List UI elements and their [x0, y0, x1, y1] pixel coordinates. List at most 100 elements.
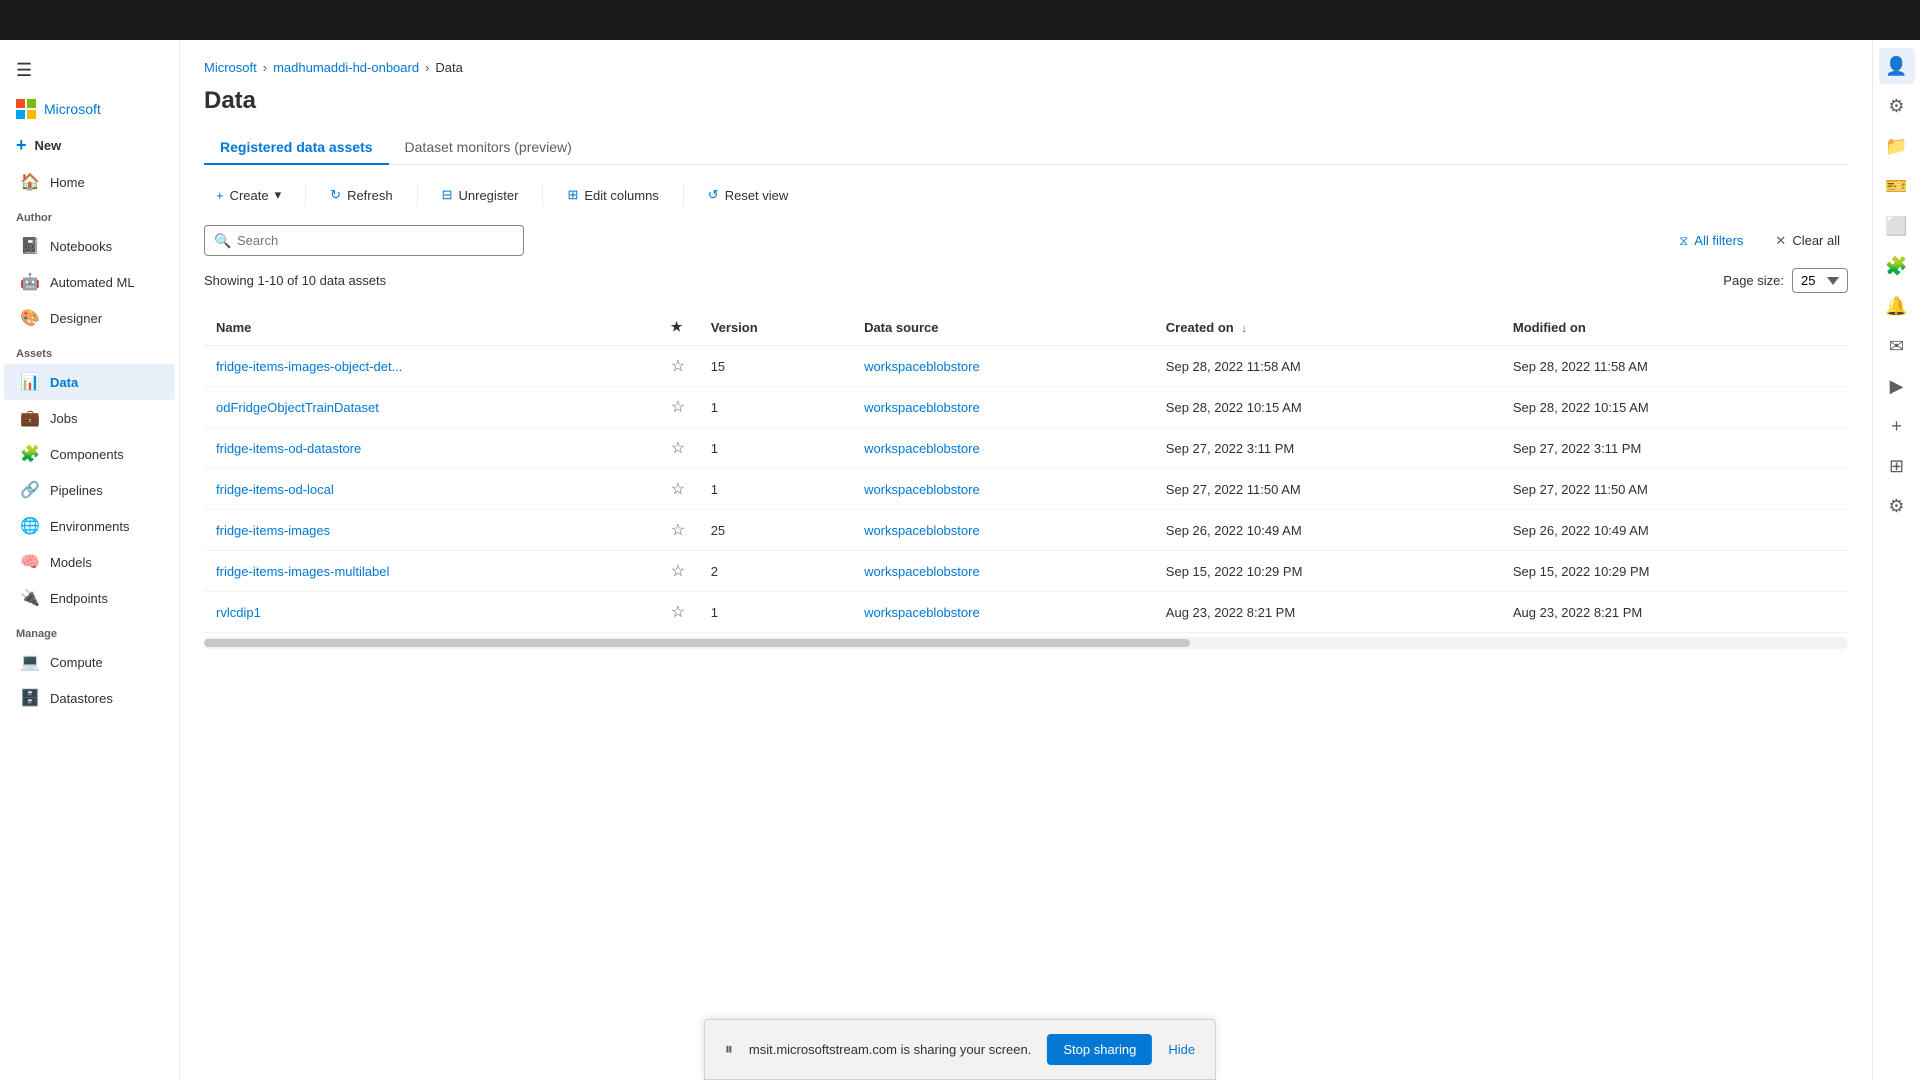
sidebar-item-pipelines[interactable]: 🔗 Pipelines: [4, 472, 175, 508]
cell-star-6[interactable]: ☆: [659, 592, 699, 633]
star-icon-2[interactable]: ☆: [671, 440, 685, 457]
right-bar-office-icon[interactable]: ⬜: [1879, 208, 1915, 244]
page-size-label: Page size:: [1723, 273, 1784, 288]
col-header-created-on[interactable]: Created on ↓: [1154, 309, 1501, 346]
create-button[interactable]: + Create ▾: [204, 181, 293, 209]
cell-modified-4: Sep 26, 2022 10:49 AM: [1501, 510, 1848, 551]
data-name-link-1[interactable]: odFridgeObjectTrainDataset: [216, 400, 379, 415]
tab-monitors[interactable]: Dataset monitors (preview): [389, 131, 588, 165]
cell-star-3[interactable]: ☆: [659, 469, 699, 510]
col-header-version[interactable]: Version: [699, 309, 852, 346]
sidebar-item-home[interactable]: 🏠 Home: [4, 164, 175, 200]
reset-view-button[interactable]: ↺ Reset view: [696, 181, 800, 209]
data-name-link-2[interactable]: fridge-items-od-datastore: [216, 441, 361, 456]
datasource-link-3[interactable]: workspaceblobstore: [864, 482, 980, 497]
right-bar-puzzle-icon[interactable]: 🧩: [1879, 248, 1915, 284]
breadcrumb-microsoft[interactable]: Microsoft: [204, 60, 257, 75]
star-icon-1[interactable]: ☆: [671, 399, 685, 416]
filter-icon: ⧖: [1679, 233, 1688, 249]
horizontal-scrollbar[interactable]: [204, 637, 1848, 649]
col-header-data-source[interactable]: Data source: [852, 309, 1154, 346]
star-icon-0[interactable]: ☆: [671, 358, 685, 375]
cell-star-0[interactable]: ☆: [659, 346, 699, 387]
endpoints-label: Endpoints: [50, 591, 108, 606]
col-header-name[interactable]: Name: [204, 309, 659, 346]
star-icon-6[interactable]: ☆: [671, 604, 685, 621]
datasource-link-1[interactable]: workspaceblobstore: [864, 400, 980, 415]
right-bar-mail-icon[interactable]: ✉: [1879, 328, 1915, 364]
sidebar-item-data[interactable]: 📊 Data: [4, 364, 175, 400]
toolbar-divider-3: [542, 183, 543, 207]
new-button[interactable]: + New: [0, 127, 179, 164]
cell-star-4[interactable]: ☆: [659, 510, 699, 551]
star-icon-3[interactable]: ☆: [671, 481, 685, 498]
search-input[interactable]: [204, 225, 524, 256]
all-filters-button[interactable]: ⧖ All filters: [1667, 227, 1755, 255]
data-name-link-0[interactable]: fridge-items-images-object-det...: [216, 359, 402, 374]
right-bar-user-icon[interactable]: 👤: [1879, 48, 1915, 84]
refresh-label: Refresh: [347, 188, 393, 203]
models-label: Models: [50, 555, 92, 570]
col-header-modified-on[interactable]: Modified on: [1501, 309, 1848, 346]
datasource-link-6[interactable]: workspaceblobstore: [864, 605, 980, 620]
toolbar-divider-1: [305, 183, 306, 207]
sidebar-item-compute[interactable]: 💻 Compute: [4, 644, 175, 680]
right-bar-layout-icon[interactable]: ⊞: [1879, 448, 1915, 484]
datasource-link-4[interactable]: workspaceblobstore: [864, 523, 980, 538]
cell-datasource-6: workspaceblobstore: [852, 592, 1154, 633]
datastores-label: Datastores: [50, 691, 113, 706]
col-header-star[interactable]: ★: [659, 309, 699, 346]
cell-star-2[interactable]: ☆: [659, 428, 699, 469]
section-label-author: Author: [0, 200, 179, 228]
notebooks-label: Notebooks: [50, 239, 112, 254]
right-bar-folder-icon[interactable]: 📁: [1879, 128, 1915, 164]
cell-version-5: 2: [699, 551, 852, 592]
sidebar-item-environments[interactable]: 🌐 Environments: [4, 508, 175, 544]
clear-all-button[interactable]: ✕ Clear all: [1767, 227, 1848, 255]
data-name-link-3[interactable]: fridge-items-od-local: [216, 482, 334, 497]
sidebar-item-endpoints[interactable]: 🔌 Endpoints: [4, 580, 175, 616]
sidebar-item-notebooks[interactable]: 📓 Notebooks: [4, 228, 175, 264]
tab-registered[interactable]: Registered data assets: [204, 131, 389, 165]
edit-columns-button[interactable]: ⊞ Edit columns: [555, 181, 670, 209]
sidebar-item-designer[interactable]: 🎨 Designer: [4, 300, 175, 336]
data-name-link-6[interactable]: rvlcdip1: [216, 605, 261, 620]
breadcrumb-sep-2: ›: [425, 60, 429, 75]
data-name-link-4[interactable]: fridge-items-images: [216, 523, 330, 538]
right-bar-settings-icon[interactable]: ⚙: [1879, 88, 1915, 124]
sidebar-item-datastores[interactable]: 🗄️ Datastores: [4, 680, 175, 716]
datasource-link-5[interactable]: workspaceblobstore: [864, 564, 980, 579]
unregister-button[interactable]: ⊟ Unregister: [430, 181, 531, 209]
breadcrumb-workspace[interactable]: madhumaddi-hd-onboard: [273, 60, 419, 75]
sidebar-microsoft[interactable]: Microsoft: [0, 91, 179, 127]
star-icon-5[interactable]: ☆: [671, 563, 685, 580]
cell-datasource-4: workspaceblobstore: [852, 510, 1154, 551]
unregister-label: Unregister: [459, 188, 519, 203]
right-bar-play-icon[interactable]: ▶: [1879, 368, 1915, 404]
right-bar-add-icon[interactable]: +: [1879, 408, 1915, 444]
sidebar-item-jobs[interactable]: 💼 Jobs: [4, 400, 175, 436]
cell-datasource-1: workspaceblobstore: [852, 387, 1154, 428]
datasource-link-2[interactable]: workspaceblobstore: [864, 441, 980, 456]
stop-sharing-button[interactable]: Stop sharing: [1047, 1034, 1152, 1065]
cell-datasource-3: workspaceblobstore: [852, 469, 1154, 510]
datasource-link-0[interactable]: workspaceblobstore: [864, 359, 980, 374]
hide-button[interactable]: Hide: [1168, 1042, 1195, 1057]
search-bar: 🔍 ⧖ All filters ✕ Clear all: [204, 225, 1848, 256]
sidebar: ☰ Microsoft + New 🏠 Home Author 📓 Notebo…: [0, 0, 180, 1080]
search-icon: 🔍: [214, 232, 231, 249]
sidebar-item-automated-ml[interactable]: 🤖 Automated ML: [4, 264, 175, 300]
right-bar-badge-icon[interactable]: 🎫: [1879, 168, 1915, 204]
hamburger-menu[interactable]: ☰: [0, 50, 179, 91]
sidebar-item-components[interactable]: 🧩 Components: [4, 436, 175, 472]
right-bar-gear-icon[interactable]: ⚙: [1879, 488, 1915, 524]
right-bar-notification-icon[interactable]: 🔔: [1879, 288, 1915, 324]
data-name-link-5[interactable]: fridge-items-images-multilabel: [216, 564, 389, 579]
sidebar-item-models[interactable]: 🧠 Models: [4, 544, 175, 580]
cell-star-1[interactable]: ☆: [659, 387, 699, 428]
components-icon: 🧩: [20, 444, 40, 464]
cell-star-5[interactable]: ☆: [659, 551, 699, 592]
page-size-select[interactable]: 10 25 50 100: [1792, 268, 1848, 293]
star-icon-4[interactable]: ☆: [671, 522, 685, 539]
refresh-button[interactable]: ↻ Refresh: [318, 181, 404, 209]
